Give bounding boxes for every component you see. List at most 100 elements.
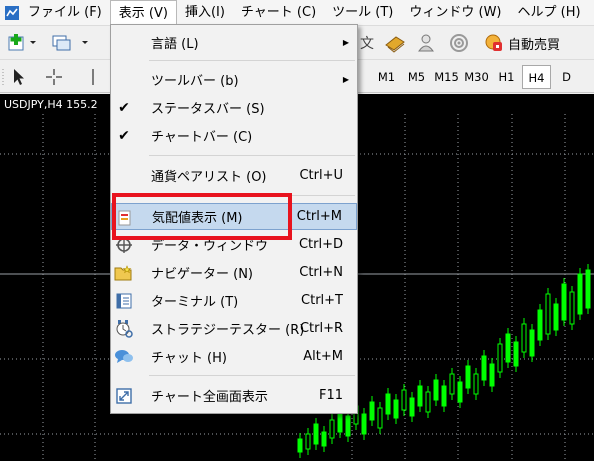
- menu-item-label: チャート全画面表示: [151, 390, 268, 405]
- candle-body: [425, 391, 431, 413]
- candle-body: [505, 333, 511, 363]
- candle-body: [441, 385, 447, 407]
- book-icon: [385, 36, 405, 53]
- menu-separator: [149, 195, 355, 196]
- profiles-button[interactable]: [50, 32, 94, 54]
- timeframe-d1[interactable]: D: [552, 65, 581, 89]
- text-tool-button[interactable]: 文: [356, 33, 378, 53]
- menu-item-label: 通貨ペアリスト (O): [151, 170, 267, 185]
- candle-body: [569, 291, 575, 325]
- menu-separator: [149, 60, 355, 61]
- candle-body: [561, 283, 567, 321]
- vertical-line-icon: [92, 69, 94, 85]
- full-screen-icon: [114, 386, 134, 406]
- cursor-button[interactable]: [8, 65, 30, 89]
- new-chart-icon: [8, 34, 36, 51]
- timeframe-m30[interactable]: M30: [462, 65, 491, 89]
- candle-body: [401, 389, 407, 411]
- new-chart-button[interactable]: [6, 32, 42, 54]
- data-window-icon: [114, 235, 134, 255]
- auto-trading-icon: [485, 34, 502, 51]
- candle-body: [321, 431, 327, 447]
- view-menu-chart-bar[interactable]: ✔ チャートバー (C): [111, 122, 357, 149]
- menu-insert[interactable]: 挿入(I): [177, 0, 233, 26]
- candle-body: [417, 385, 423, 407]
- view-menu-terminal[interactable]: ターミナル (T) Ctrl+T: [111, 287, 357, 314]
- market-watch-icon: [115, 208, 135, 228]
- candle-body: [337, 411, 343, 433]
- cursor-arrow-icon: [14, 69, 24, 85]
- menu-item-shortcut: Ctrl+M: [296, 209, 342, 224]
- menu-item-shortcut: Ctrl+U: [299, 168, 343, 183]
- menu-item-shortcut: Ctrl+D: [298, 237, 343, 252]
- view-menu-full-screen[interactable]: チャート全画面表示 F11: [111, 382, 357, 409]
- candle-body: [377, 407, 383, 429]
- auto-trading-button[interactable]: 自動売買: [484, 31, 560, 55]
- terminal-icon: [114, 291, 134, 311]
- menu-separator: [149, 155, 355, 156]
- candle-body: [393, 399, 399, 419]
- view-menu-languages[interactable]: 言語 (L) ▶: [111, 29, 357, 56]
- checkmark-icon: ✔: [118, 128, 130, 144]
- signals-button[interactable]: [446, 32, 472, 54]
- candle-body: [521, 323, 527, 353]
- candle-body: [345, 415, 351, 437]
- menu-item-label: ステータスバー (S): [151, 102, 265, 117]
- view-menu-data-window[interactable]: データ・ウィンドウ Ctrl+D: [111, 231, 357, 258]
- menu-tools[interactable]: ツール (T): [324, 0, 401, 26]
- crosshair-icon: [46, 69, 62, 85]
- submenu-arrow-icon: ▶: [342, 38, 349, 47]
- view-menu-strategy-tester[interactable]: ストラテジーテスター (R) Ctrl+R: [111, 315, 357, 342]
- candle-body: [297, 438, 303, 453]
- menu-item-label: チャートバー (C): [151, 130, 253, 145]
- candle-body: [433, 379, 439, 401]
- candle-body: [409, 397, 415, 417]
- strategy-tester-icon: [114, 319, 134, 339]
- accounts-button[interactable]: [414, 32, 440, 54]
- toolbar-grip[interactable]: [2, 65, 6, 89]
- timeframe-m5[interactable]: M5: [402, 65, 431, 89]
- candle-body: [361, 413, 367, 435]
- candle-body: [585, 269, 591, 309]
- candle-body: [545, 293, 551, 335]
- view-menu-dropdown: 言語 (L) ▶ ツールバー (b) ▶ ✔ ステータスバー (S) ✔ チャー…: [110, 24, 358, 414]
- view-menu-toolbars[interactable]: ツールバー (b) ▶: [111, 66, 357, 93]
- menu-item-shortcut: Alt+M: [303, 349, 343, 364]
- menu-help[interactable]: ヘルプ (H): [510, 0, 589, 26]
- candle-body: [497, 343, 503, 373]
- timeframe-h4[interactable]: H4: [522, 65, 551, 89]
- candle-body: [553, 303, 559, 331]
- metaeditor-button[interactable]: [382, 32, 408, 54]
- app-icon: [5, 6, 19, 20]
- menu-window[interactable]: ウィンドウ (W): [401, 0, 509, 26]
- menu-chart[interactable]: チャート (C): [233, 0, 324, 26]
- menu-bar: ファイル (F) 表示 (V) 挿入(I) チャート (C) ツール (T) ウ…: [0, 0, 594, 26]
- menu-item-shortcut: Ctrl+R: [299, 321, 343, 336]
- auto-trading-label: 自動売買: [508, 37, 561, 53]
- submenu-arrow-icon: ▶: [342, 75, 349, 84]
- candle-body: [473, 373, 479, 395]
- timeframe-m1[interactable]: M1: [372, 65, 401, 89]
- candle-body: [577, 273, 583, 315]
- view-menu-navigator[interactable]: ナビゲーター (N) Ctrl+N: [111, 259, 357, 286]
- candle-body: [449, 373, 455, 395]
- menu-item-label: ターミナル (T): [151, 295, 239, 310]
- view-menu-chat[interactable]: チャット (H) Alt+M: [111, 343, 357, 370]
- candle-body: [465, 365, 471, 389]
- timeframe-m15[interactable]: M15: [432, 65, 461, 89]
- checkmark-icon: ✔: [118, 100, 130, 116]
- candle-body: [313, 423, 319, 445]
- menu-item-label: 気配値表示 (M): [152, 211, 243, 226]
- timeframe-h1[interactable]: H1: [492, 65, 521, 89]
- view-menu-symbols[interactable]: 通貨ペアリスト (O) Ctrl+U: [111, 162, 357, 189]
- crosshair-button[interactable]: [42, 65, 66, 89]
- menu-item-shortcut: Ctrl+N: [299, 265, 343, 280]
- menu-item-label: チャット (H): [151, 351, 227, 366]
- menu-view[interactable]: 表示 (V): [109, 0, 177, 26]
- vertical-line-button[interactable]: [84, 65, 102, 89]
- view-menu-market-watch[interactable]: 気配値表示 (M) Ctrl+M: [111, 203, 357, 230]
- candle-body: [513, 341, 519, 367]
- view-menu-status-bar[interactable]: ✔ ステータスバー (S): [111, 94, 357, 121]
- candle-body: [537, 309, 543, 341]
- mt4-window: ファイル (F) 表示 (V) 挿入(I) チャート (C) ツール (T) ウ…: [0, 0, 594, 461]
